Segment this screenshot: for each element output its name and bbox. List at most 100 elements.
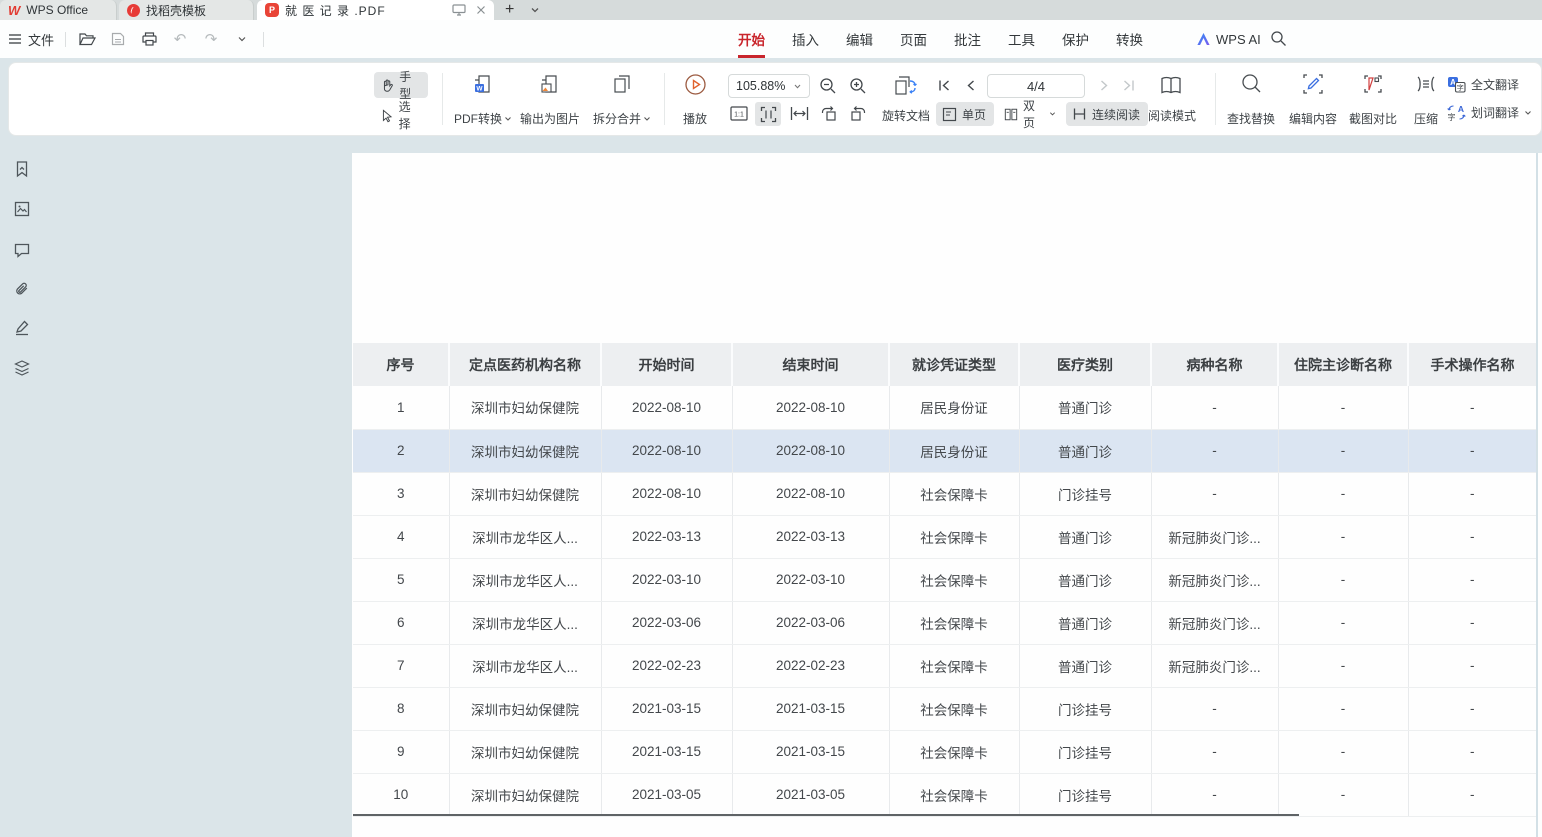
menu-search-button[interactable] xyxy=(1270,30,1288,48)
chevron-down-icon xyxy=(504,115,512,123)
rotate-document-label[interactable]: 旋转文档 xyxy=(877,107,935,124)
translate-full-button[interactable]: A 字 全文翻译 xyxy=(1447,76,1519,93)
close-icon[interactable] xyxy=(476,5,486,15)
table-cell: 门诊挂号 xyxy=(1019,730,1151,773)
table-header-row: 序号定点医药机构名称开始时间结束时间就诊凭证类型医疗类别病种名称住院主诊断名称手… xyxy=(353,343,1536,386)
translate-full-label: 全文翻译 xyxy=(1471,76,1519,93)
table-cell: - xyxy=(1278,773,1408,816)
layers-icon[interactable] xyxy=(13,359,31,377)
table-cell: 2022-03-13 xyxy=(732,515,889,558)
column-header: 开始时间 xyxy=(601,343,732,386)
table-cell: 2021-03-05 xyxy=(732,773,889,816)
screenshot-compare-icon xyxy=(1362,73,1384,95)
first-page-button[interactable] xyxy=(935,76,953,94)
print-button[interactable] xyxy=(139,29,159,49)
edit-content-button[interactable]: 编辑内容 xyxy=(1283,73,1343,127)
bookmark-icon[interactable] xyxy=(13,160,31,178)
translate-word-button[interactable]: A 字 划词翻译 xyxy=(1447,104,1532,121)
save-button[interactable] xyxy=(108,29,128,49)
divider xyxy=(664,73,665,125)
signature-pen-icon[interactable] xyxy=(13,319,31,337)
tab-wps-office[interactable]: W WPS Office xyxy=(0,0,117,20)
table-cell: - xyxy=(1278,687,1408,730)
column-header: 住院主诊断名称 xyxy=(1278,343,1408,386)
screenshot-compare-button[interactable]: 截图对比 xyxy=(1343,73,1403,127)
ribbon-tab-annotate[interactable]: 批注 xyxy=(954,20,981,58)
pdf-convert-button[interactable]: W PDF转换 xyxy=(450,73,516,127)
ribbon-tab-convert[interactable]: 转换 xyxy=(1116,20,1143,58)
tab-label: 找稻壳模板 xyxy=(146,2,206,19)
read-mode-button[interactable] xyxy=(1157,73,1185,99)
ribbon-tab-page[interactable]: 页面 xyxy=(900,20,927,58)
zoom-level-select[interactable]: 105.88% xyxy=(728,74,810,98)
table-cell: 6 xyxy=(353,601,449,644)
table-cell: 1 xyxy=(353,386,449,429)
compress-button[interactable]: 压缩 xyxy=(1405,73,1447,127)
wps-logo-icon: W xyxy=(8,3,20,18)
monitor-icon[interactable] xyxy=(452,4,466,16)
redo-button[interactable]: ↷ xyxy=(201,29,221,49)
single-page-button[interactable]: 单页 xyxy=(936,102,994,126)
tab-pdf-document[interactable]: P 就 医 记 录 .PDF xyxy=(257,0,494,20)
printer-icon xyxy=(142,32,157,46)
pdf-convert-label: PDF转换 xyxy=(454,110,502,127)
table-cell: - xyxy=(1278,558,1408,601)
next-page-button[interactable] xyxy=(1095,76,1113,94)
wps-ai-button[interactable]: WPS AI xyxy=(1196,20,1261,58)
continuous-read-button[interactable]: 连续阅读 xyxy=(1066,102,1148,126)
table-cell: - xyxy=(1408,515,1536,558)
open-file-button[interactable] xyxy=(77,29,97,49)
split-merge-button[interactable]: 拆分合并 xyxy=(588,73,656,127)
chevron-down-icon xyxy=(1049,110,1056,118)
table-cell: 新冠肺炎门诊... xyxy=(1151,515,1278,558)
tab-docer-templates[interactable]: 找稻壳模板 xyxy=(119,0,254,20)
zoom-out-button[interactable] xyxy=(818,76,838,96)
table-cell: 2022-02-23 xyxy=(732,644,889,687)
play-button[interactable]: 播放 xyxy=(672,73,718,127)
double-page-button[interactable]: 双页 xyxy=(998,102,1062,126)
export-image-button[interactable]: 输出为图片 xyxy=(518,73,582,127)
quickbar-chevron-icon[interactable] xyxy=(232,29,252,49)
table-cell: - xyxy=(1278,472,1408,515)
docer-icon xyxy=(127,4,140,17)
ribbon-tab-edit[interactable]: 编辑 xyxy=(846,20,873,58)
hand-tool-button[interactable]: 手型 xyxy=(374,72,428,98)
rotate-right-button[interactable] xyxy=(848,104,868,122)
ribbon-tab-tools[interactable]: 工具 xyxy=(1008,20,1035,58)
rotate-left-button[interactable] xyxy=(818,104,838,122)
page-right-edge xyxy=(1536,153,1538,837)
find-replace-icon xyxy=(1241,73,1262,94)
previous-page-button[interactable] xyxy=(961,76,979,94)
chevron-down-icon xyxy=(793,82,802,91)
select-tool-button[interactable]: 选择 xyxy=(374,102,428,128)
table-row: 2深圳市妇幼保健院2022-08-102022-08-10居民身份证普通门诊--… xyxy=(353,429,1536,472)
table-cell: - xyxy=(1151,472,1278,515)
rotate-document-button[interactable] xyxy=(891,74,921,98)
fit-width-button[interactable] xyxy=(787,104,811,122)
undo-button[interactable]: ↶ xyxy=(170,29,190,49)
comment-icon[interactable] xyxy=(13,241,31,259)
table-cell: 深圳市妇幼保健院 xyxy=(449,687,601,730)
file-menu-button[interactable]: 文件 xyxy=(8,30,54,49)
svg-text:A: A xyxy=(1458,104,1464,114)
page-number-input[interactable] xyxy=(987,74,1085,98)
tab-list-chevron-icon[interactable] xyxy=(530,0,540,20)
table-row: 5深圳市龙华区人...2022-03-102022-03-10社会保障卡普通门诊… xyxy=(353,558,1536,601)
page-thumbnail-icon[interactable] xyxy=(13,200,31,218)
svg-text:字: 字 xyxy=(1457,83,1464,92)
table-row: 4深圳市龙华区人...2022-03-132022-03-13社会保障卡普通门诊… xyxy=(353,515,1536,558)
new-tab-button[interactable]: + xyxy=(505,0,514,20)
ribbon-tab-insert[interactable]: 插入 xyxy=(792,20,819,58)
last-page-button[interactable] xyxy=(1119,76,1137,94)
read-mode-label[interactable]: 阅读模式 xyxy=(1143,107,1201,124)
find-replace-button[interactable]: 查找替换 xyxy=(1221,73,1281,127)
one-to-one-icon: 1:1 xyxy=(730,106,748,121)
fit-page-button[interactable] xyxy=(755,102,781,126)
ribbon-tab-protect[interactable]: 保护 xyxy=(1062,20,1089,58)
table-cell: 深圳市龙华区人... xyxy=(449,558,601,601)
attachment-icon[interactable] xyxy=(13,280,31,298)
table-cell: - xyxy=(1408,386,1536,429)
zoom-in-button[interactable] xyxy=(848,76,868,96)
ribbon-tab-home[interactable]: 开始 xyxy=(738,20,765,58)
actual-size-button[interactable]: 1:1 xyxy=(728,104,750,122)
